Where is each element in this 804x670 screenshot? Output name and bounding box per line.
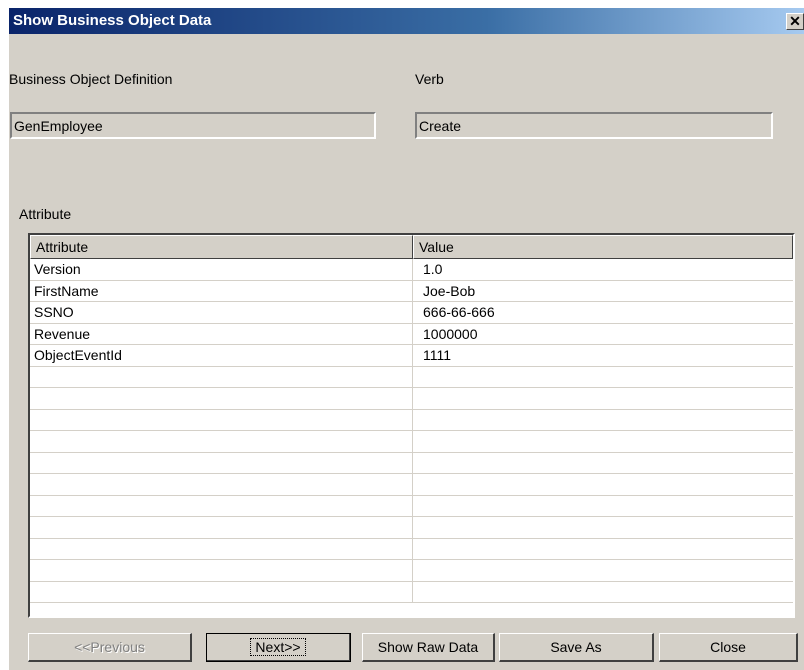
attribute-cell bbox=[30, 474, 413, 495]
attribute-cell bbox=[30, 409, 413, 430]
value-cell bbox=[414, 388, 793, 409]
value-cell: 1.0 bbox=[423, 261, 443, 277]
next-button-label: Next>> bbox=[250, 638, 306, 656]
attribute-cell bbox=[30, 560, 413, 581]
attribute-cell bbox=[30, 495, 413, 516]
attribute-cell bbox=[30, 517, 413, 538]
table-row[interactable] bbox=[30, 581, 793, 603]
bo-definition-field[interactable]: GenEmployee bbox=[10, 112, 376, 139]
table-row[interactable]: Version 1.0 bbox=[30, 259, 793, 281]
value-cell: 1111 bbox=[423, 347, 452, 363]
attribute-cell: SSNO bbox=[30, 302, 413, 323]
show-bo-data-dialog: Show Business Object Data ✕ Business Obj… bbox=[9, 8, 804, 670]
value-cell bbox=[414, 474, 793, 495]
value-cell bbox=[414, 431, 793, 452]
column-header-attribute[interactable]: Attribute bbox=[30, 235, 413, 259]
table-row[interactable] bbox=[30, 495, 793, 517]
column-header-value[interactable]: Value bbox=[413, 235, 793, 259]
table-row[interactable] bbox=[30, 366, 793, 388]
attribute-table[interactable]: Attribute Value Version 1.0 FirstName Joe-B… bbox=[28, 233, 795, 618]
value-cell bbox=[414, 517, 793, 538]
attribute-section-label: Attribute bbox=[19, 206, 72, 222]
table-body: Version 1.0 FirstName Joe-Bob SSNO 666-66-666… bbox=[30, 259, 793, 603]
close-button[interactable]: Close bbox=[659, 633, 798, 662]
attribute-cell bbox=[30, 452, 413, 473]
value-cell bbox=[414, 539, 793, 560]
attribute-cell: Revenue bbox=[30, 323, 413, 344]
bo-definition-label: Business Object Definition bbox=[9, 71, 173, 87]
table-row[interactable] bbox=[30, 409, 793, 431]
table-row[interactable] bbox=[30, 388, 793, 410]
value-cell: Joe-Bob bbox=[423, 282, 476, 299]
table-row[interactable]: SSNO 666-66-666 bbox=[30, 302, 793, 324]
title-bar[interactable]: Show Business Object Data ✕ bbox=[9, 8, 804, 34]
table-row[interactable]: FirstName Joe-Bob bbox=[30, 280, 793, 302]
attribute-cell: FirstName bbox=[30, 280, 413, 301]
verb-label: Verb bbox=[415, 71, 444, 87]
value-cell bbox=[414, 453, 793, 474]
table-row[interactable] bbox=[30, 560, 793, 582]
attribute-cell bbox=[30, 431, 413, 452]
table-row[interactable] bbox=[30, 474, 793, 496]
attribute-cell bbox=[30, 388, 413, 409]
attribute-cell bbox=[30, 538, 413, 559]
value-cell bbox=[414, 582, 793, 603]
value-cell bbox=[414, 560, 793, 581]
table-row[interactable]: ObjectEventId 1111 bbox=[30, 345, 793, 367]
value-cell: 666-66-666 bbox=[423, 304, 495, 320]
table-row[interactable]: Revenue 1000000 bbox=[30, 323, 793, 345]
show-raw-data-button[interactable]: Show Raw Data bbox=[362, 633, 495, 662]
next-button[interactable]: Next>> bbox=[206, 633, 351, 662]
attribute-cell: ObjectEventId bbox=[30, 345, 413, 366]
previous-button[interactable]: <<Previous bbox=[28, 633, 192, 662]
verb-field[interactable]: Create bbox=[415, 112, 773, 139]
value-cell bbox=[414, 496, 793, 517]
table-row[interactable] bbox=[30, 431, 793, 453]
table-row[interactable] bbox=[30, 452, 793, 474]
value-cell: 1000000 bbox=[423, 325, 478, 342]
attribute-cell: Version bbox=[30, 259, 413, 280]
attribute-cell bbox=[30, 581, 413, 602]
table-row[interactable] bbox=[30, 538, 793, 560]
value-cell bbox=[414, 410, 793, 431]
window-title: Show Business Object Data bbox=[13, 12, 212, 29]
attribute-cell bbox=[30, 366, 413, 387]
table-row[interactable] bbox=[30, 517, 793, 539]
close-icon[interactable]: ✕ bbox=[786, 13, 804, 30]
value-cell bbox=[414, 367, 793, 388]
save-as-button[interactable]: Save As bbox=[499, 633, 654, 662]
